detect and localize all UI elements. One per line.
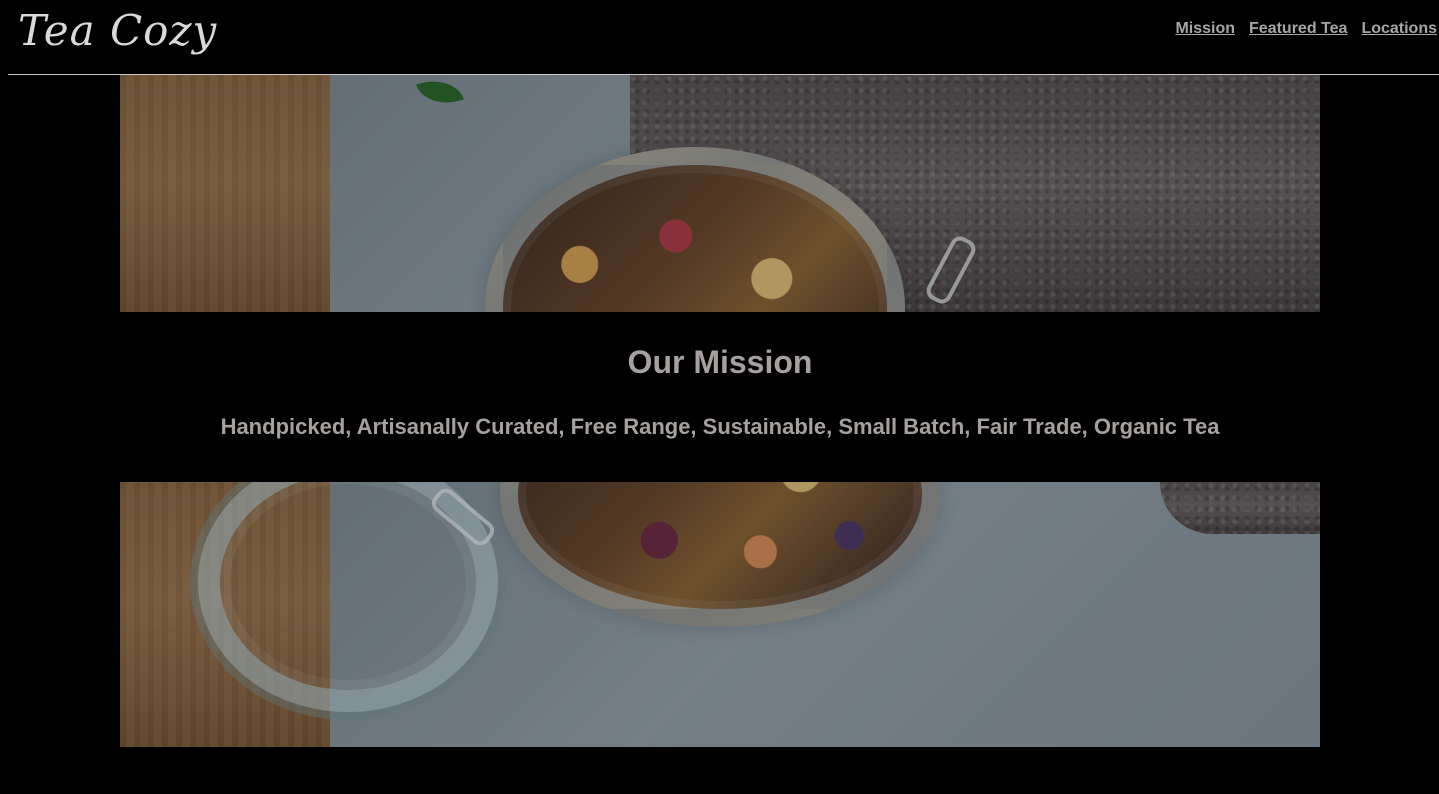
- nav-link-featured-tea[interactable]: Featured Tea: [1249, 20, 1347, 38]
- nav-link-locations[interactable]: Locations: [1361, 20, 1437, 38]
- logo[interactable]: Tea Cozy: [18, 6, 217, 55]
- nav-link-mission[interactable]: Mission: [1175, 20, 1235, 38]
- main-nav: Mission Featured Tea Locations: [1175, 20, 1437, 38]
- hero-image-top: [120, 75, 1320, 312]
- mission-subheading: Handpicked, Artisanally Curated, Free Ra…: [220, 414, 1220, 439]
- mission-heading: Our Mission: [627, 344, 813, 380]
- image-dim-overlay: [120, 75, 1320, 312]
- image-dim-overlay: [120, 482, 1320, 747]
- site-header: Tea Cozy Mission Featured Tea Locations: [0, 0, 1439, 75]
- hero-image-bottom: [120, 482, 1320, 747]
